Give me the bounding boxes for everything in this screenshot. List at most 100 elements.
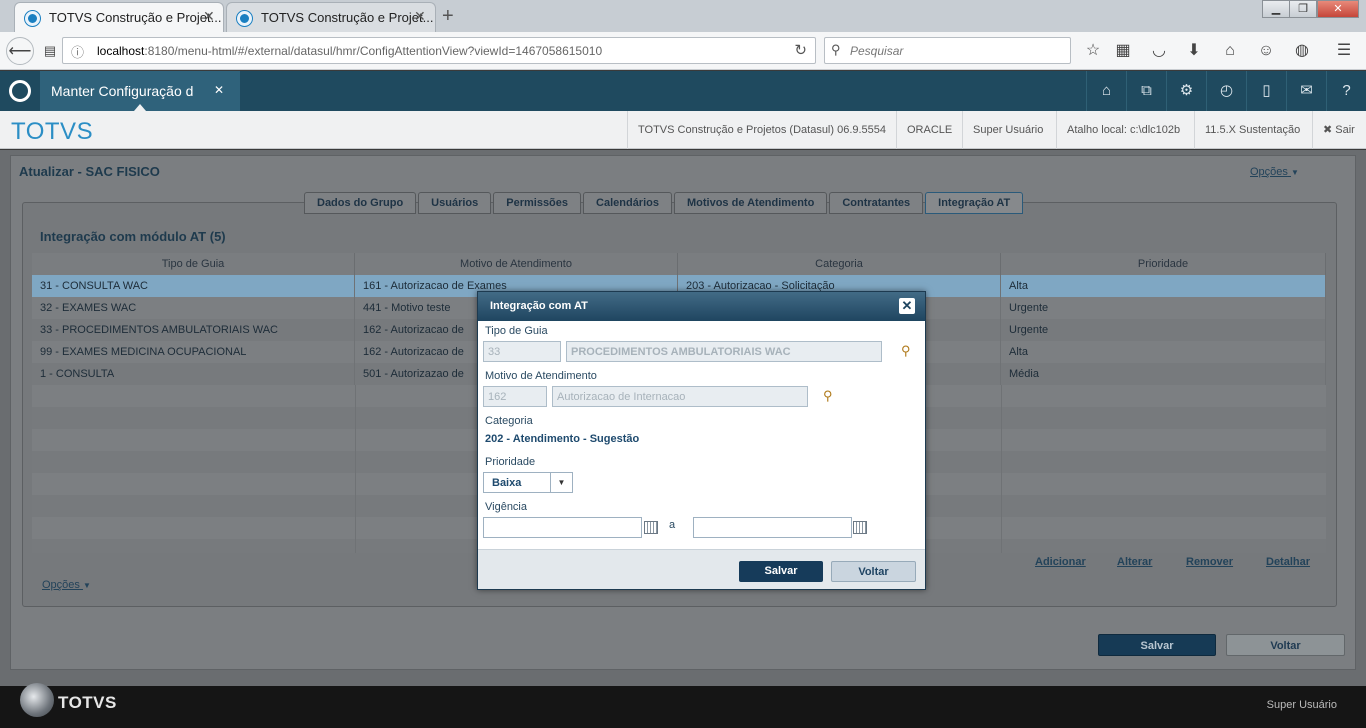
add-link[interactable]: Adicionar <box>1035 556 1086 568</box>
categoria-label: Categoria <box>485 415 533 427</box>
url-bar[interactable]: ⓘ localhost:8180/menu-html/#/external/da… <box>62 37 816 64</box>
gear-icon[interactable]: ⚙ <box>1166 71 1206 111</box>
close-tab-icon[interactable]: ✕ <box>203 8 215 25</box>
database-info: ORACLE <box>896 111 962 149</box>
library-icon[interactable]: ▤ <box>40 37 60 65</box>
tab-contratantes[interactable]: Contratantes <box>829 192 924 214</box>
tab-motivos-de-atendimento[interactable]: Motivos de Atendimento <box>673 192 828 214</box>
remove-link[interactable]: Remover <box>1186 556 1233 568</box>
search-placeholder: Pesquisar <box>850 44 904 58</box>
close-window-icon[interactable]: ✕ <box>1317 0 1359 18</box>
motivo-code-input[interactable]: 162 <box>483 386 547 407</box>
reload-icon[interactable]: ↻ <box>794 41 807 59</box>
tab-usuarios[interactable]: Usuários <box>418 192 492 214</box>
categoria-value: 202 - Atendimento - Sugestão <box>485 433 640 445</box>
bottom-options-link[interactable]: Opções ▼ <box>42 579 91 591</box>
globe-icon[interactable]: ◍ <box>1291 37 1313 65</box>
motivo-desc-input[interactable]: Autorizacao de Internacao <box>552 386 808 407</box>
tab-calendarios[interactable]: Calendários <box>583 192 672 214</box>
hamburger-menu-icon[interactable]: ☰ <box>1333 37 1355 65</box>
column-header-tipo-guia[interactable]: Tipo de Guia <box>32 253 355 275</box>
bottom-options-label: Opções <box>42 579 80 591</box>
prioridade-select[interactable]: Baixa ▼ <box>483 472 573 493</box>
logout-link[interactable]: ✖ Sair <box>1312 111 1365 149</box>
vigencia-separator: a <box>669 519 676 531</box>
mail-icon[interactable]: ✉ <box>1286 71 1326 111</box>
caret-down-icon: ▼ <box>82 581 91 590</box>
cell-tipo-guia: 99 - EXAMES MEDICINA OCUPACIONAL <box>32 341 355 363</box>
user-info: Super Usuário <box>962 111 1053 149</box>
download-icon[interactable]: ⬇ <box>1183 37 1205 65</box>
page-tabs: Dados do Grupo Usuários Permissões Calen… <box>304 192 1025 214</box>
page-title: Atualizar - SAC FISICO <box>19 164 160 179</box>
reader-list-icon[interactable]: ▦ <box>1112 37 1134 65</box>
close-tab-icon[interactable]: ✕ <box>414 8 426 25</box>
vigencia-start-input[interactable] <box>483 517 642 538</box>
cell-prioridade: Alta <box>1001 275 1326 297</box>
motivo-label: Motivo de Atendimento <box>485 370 597 382</box>
totvs-footer-logo-icon <box>20 683 54 717</box>
close-icon[interactable]: ✕ <box>899 298 915 314</box>
app-tab[interactable]: Manter Configuração d ✕ <box>40 71 240 111</box>
back-arrow-icon[interactable]: ⟵ <box>6 37 34 65</box>
tipo-guia-desc-input[interactable]: PROCEDIMENTOS AMBULATORIAIS WAC <box>566 341 882 362</box>
calendar-icon[interactable] <box>644 521 658 534</box>
column-header-motivo[interactable]: Motivo de Atendimento <box>355 253 678 275</box>
help-icon[interactable]: ? <box>1326 71 1366 111</box>
close-app-tab-icon[interactable]: ✕ <box>214 83 224 97</box>
search-lookup-icon[interactable]: ⚲ <box>823 388 837 403</box>
tab-permissoes[interactable]: Permissões <box>493 192 582 214</box>
caret-down-icon: ▼ <box>1290 168 1299 177</box>
column-header-categoria[interactable]: Categoria <box>678 253 1001 275</box>
page-save-button[interactable]: Salvar <box>1098 634 1216 656</box>
new-tab-icon[interactable]: + <box>442 5 454 28</box>
dialog-title: Integração com AT <box>490 300 588 312</box>
browser-tab-1[interactable]: TOTVS Construção e Projet... <box>14 2 224 32</box>
cell-prioridade: Média <box>1001 363 1326 385</box>
maximize-window-icon[interactable]: ❐ <box>1289 0 1317 18</box>
home-icon[interactable]: ⌂ <box>1219 37 1241 65</box>
dashboard-icon[interactable]: ◴ <box>1206 71 1246 111</box>
tipo-guia-code-input[interactable]: 33 <box>483 341 561 362</box>
grid-divider <box>355 385 356 553</box>
close-x-icon: ✖ <box>1323 124 1333 136</box>
dialog-save-button[interactable]: Salvar <box>739 561 823 582</box>
url-path: :8180/menu-html/#/external/datasul/hmr/C… <box>144 44 603 58</box>
footer-user: Super Usuário <box>1266 699 1337 711</box>
browser-search-input[interactable]: ⚲ Pesquisar <box>824 37 1071 64</box>
browser-tabstrip: TOTVS Construção e Projet... ✕ TOTVS Con… <box>0 0 1366 32</box>
bookmark-star-icon[interactable]: ☆ <box>1082 37 1104 65</box>
pocket-icon[interactable]: ◡ <box>1148 37 1170 65</box>
document-icon[interactable]: ▯ <box>1246 71 1286 111</box>
detail-link[interactable]: Detalhar <box>1266 556 1310 568</box>
calendar-icon[interactable] <box>853 521 867 534</box>
grid-title: Integração com módulo AT (5) <box>40 229 226 244</box>
totvs-logo-icon[interactable] <box>9 80 31 102</box>
product-info: TOTVS Construção e Projetos (Datasul) 06… <box>627 111 896 149</box>
minimize-window-icon[interactable]: ▁ <box>1262 0 1290 18</box>
dialog-footer: Salvar Voltar <box>478 549 925 589</box>
browser-tab-2[interactable]: TOTVS Construção e Projet... <box>226 2 436 32</box>
chat-icon[interactable]: ☺ <box>1255 37 1277 65</box>
site-info-icon[interactable]: ⓘ <box>71 42 84 61</box>
cell-tipo-guia: 31 - CONSULTA WAC <box>32 275 355 297</box>
home-icon[interactable]: ⌂ <box>1086 71 1126 111</box>
url-text: localhost:8180/menu-html/#/external/data… <box>97 44 602 58</box>
column-header-prioridade[interactable]: Prioridade <box>1001 253 1326 275</box>
url-host: localhost <box>97 44 145 58</box>
options-link[interactable]: Opções ▼ <box>1250 166 1299 178</box>
dialog-back-button[interactable]: Voltar <box>831 561 916 582</box>
brand-logo: TOTVS <box>11 118 94 145</box>
active-tab-pointer <box>134 104 146 111</box>
tab-dados-do-grupo[interactable]: Dados do Grupo <box>304 192 417 214</box>
prioridade-label: Prioridade <box>485 456 536 468</box>
cell-prioridade: Urgente <box>1001 297 1326 319</box>
totvs-favicon-icon <box>25 11 40 26</box>
edit-link[interactable]: Alterar <box>1117 556 1152 568</box>
sitemap-icon[interactable]: ⧉ <box>1126 71 1166 111</box>
search-lookup-icon[interactable]: ⚲ <box>901 343 915 358</box>
vigencia-end-input[interactable] <box>693 517 852 538</box>
cell-tipo-guia: 1 - CONSULTA <box>32 363 355 385</box>
page-back-button[interactable]: Voltar <box>1226 634 1345 656</box>
tab-integracao-at[interactable]: Integração AT <box>925 192 1024 214</box>
